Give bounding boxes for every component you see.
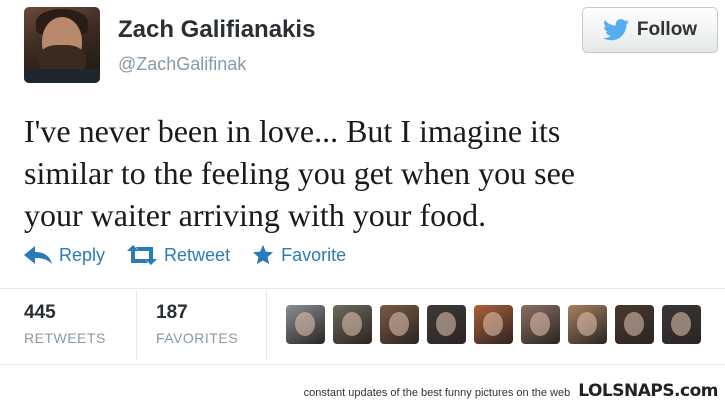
favorite-button[interactable]: Favorite (252, 244, 346, 266)
twitter-bird-icon (602, 19, 629, 41)
retweets-stat[interactable]: 445 RETWEETS (24, 302, 106, 346)
follow-button[interactable]: Follow (582, 7, 718, 53)
reply-label: Reply (59, 244, 106, 265)
favorited-by-avatar[interactable] (568, 305, 607, 344)
watermark: constant updates of the best funny pictu… (303, 381, 719, 401)
favorites-count: 187 (156, 302, 188, 323)
watermark-brand: LOLSNAPS.com (578, 381, 718, 401)
favorites-stat[interactable]: 187 FAVORITES (156, 302, 238, 346)
retweets-count: 445 (24, 302, 56, 323)
favorited-by-avatar[interactable] (427, 305, 466, 344)
star-icon (252, 244, 274, 265)
reply-icon (24, 246, 52, 264)
stats-top-divider (0, 288, 725, 289)
favorited-by-avatar[interactable] (333, 305, 372, 344)
reply-button[interactable]: Reply (24, 245, 105, 266)
stats-divider-2 (266, 290, 267, 360)
favorited-by-avatar[interactable] (662, 305, 701, 344)
profile-avatar[interactable] (24, 7, 100, 83)
favorited-by-avatar[interactable] (521, 305, 560, 344)
retweet-button[interactable]: Retweet (127, 245, 230, 266)
favorited-by-avatar[interactable] (615, 305, 654, 344)
favorited-by-avatars (286, 305, 701, 344)
watermark-tagline: constant updates of the best funny pictu… (303, 387, 571, 399)
stats-bottom-divider (0, 364, 725, 365)
favorited-by-avatar[interactable] (474, 305, 513, 344)
favorited-by-avatar[interactable] (286, 305, 325, 344)
retweets-caption: RETWEETS (24, 330, 106, 346)
favorites-caption: FAVORITES (156, 330, 239, 346)
favorite-label: Favorite (281, 244, 347, 265)
stats-divider-1 (136, 290, 137, 360)
follow-button-label: Follow (636, 19, 698, 40)
tweet-text: I've never been in love... But I imagine… (24, 113, 575, 233)
retweet-label: Retweet (164, 244, 231, 265)
profile-handle[interactable]: @ZachGalifinak (118, 54, 246, 75)
tweet-actions: Reply Retweet Favorite (24, 243, 368, 267)
favorited-by-avatar[interactable] (380, 305, 419, 344)
retweet-icon (127, 245, 158, 265)
profile-name[interactable]: Zach Galifianakis (118, 16, 315, 44)
